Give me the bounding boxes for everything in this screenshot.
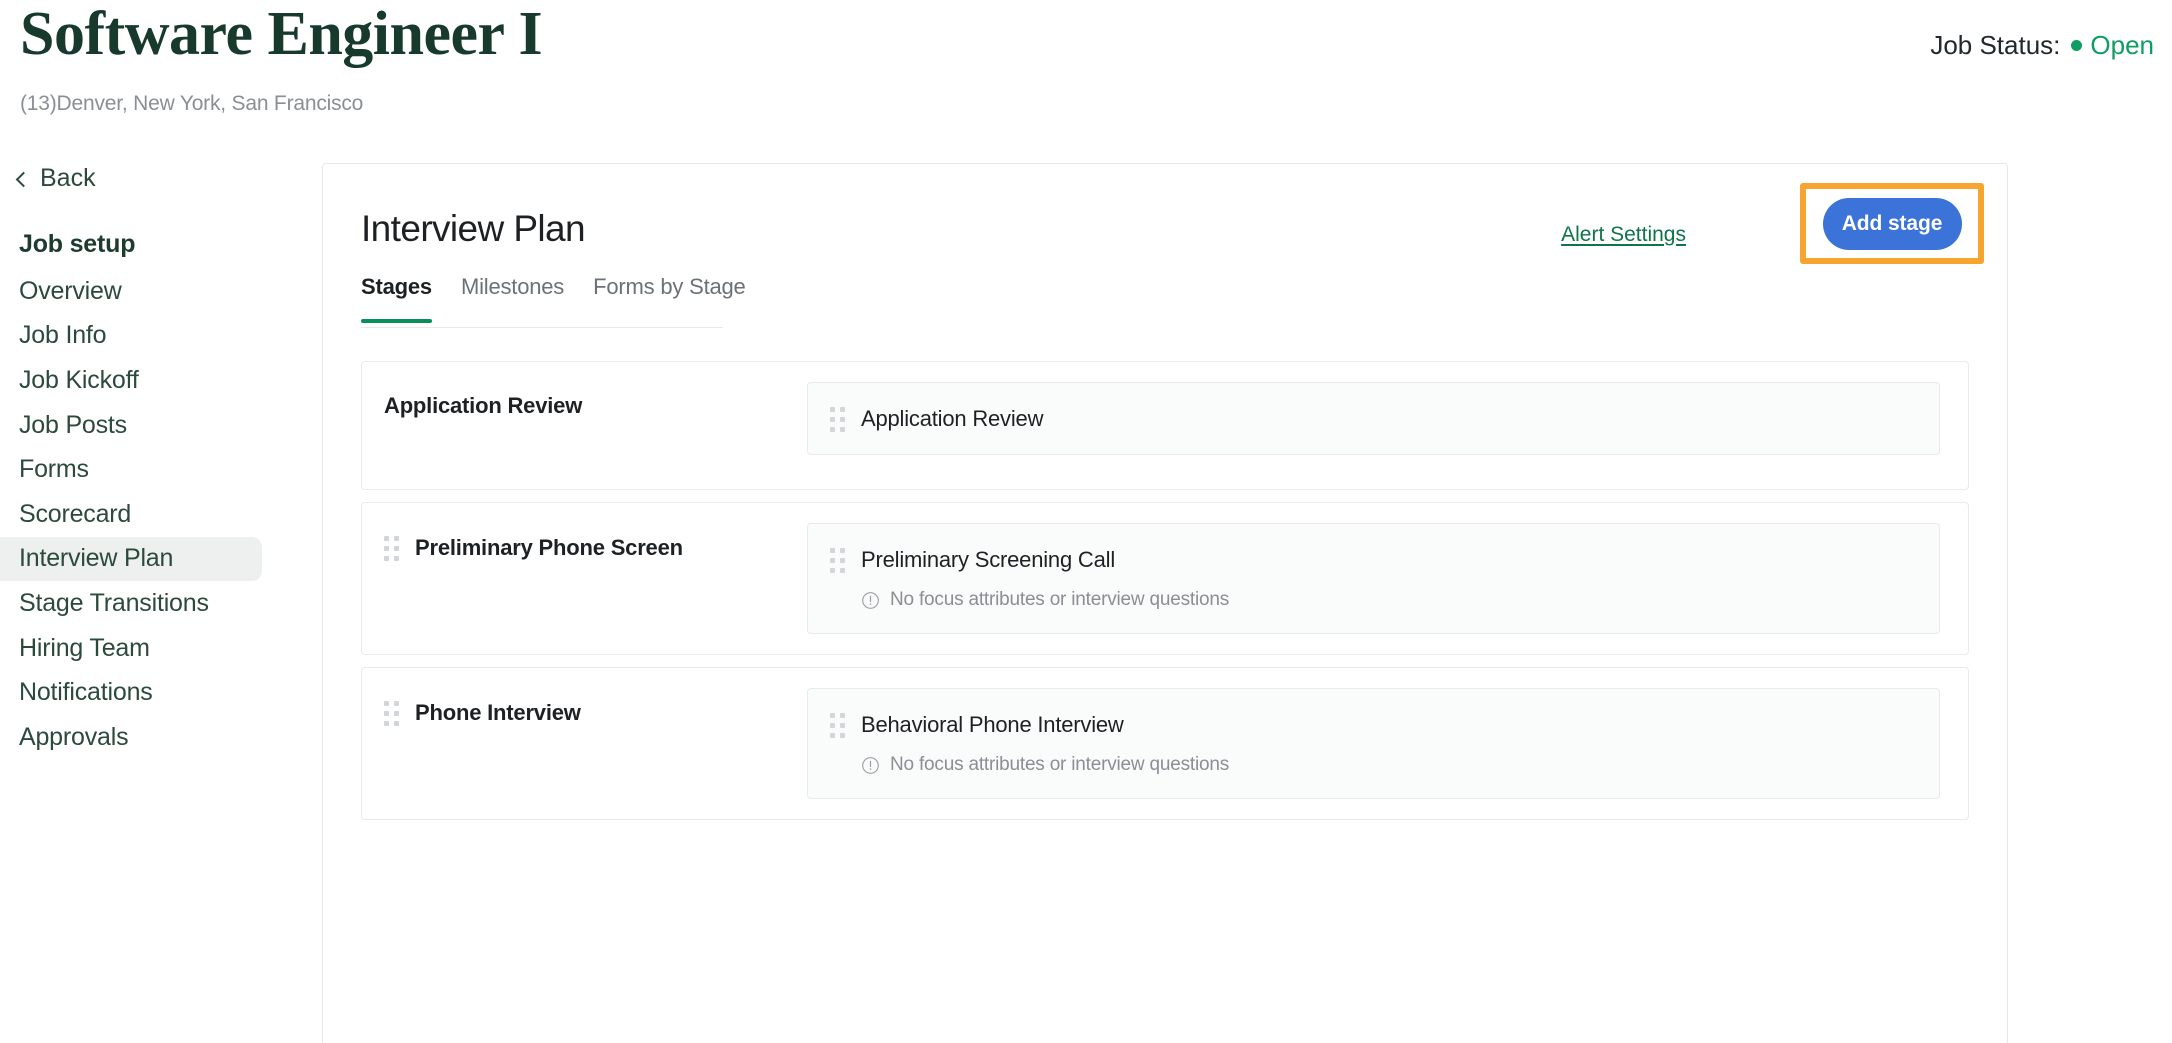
sidebar-item-notifications[interactable]: Notifications	[0, 670, 322, 715]
back-button-label: Back	[40, 164, 96, 193]
interview-body: Behavioral Phone Interview No focus attr…	[861, 711, 1229, 776]
add-stage-highlight: Add stage	[1800, 183, 1984, 264]
interview-item[interactable]: Behavioral Phone Interview No focus attr…	[807, 688, 1940, 799]
job-status-value: Open	[2090, 30, 2154, 61]
interview-body: Application Review	[861, 405, 1043, 432]
sidebar-nav: Job setup Overview Job Info Job Kickoff …	[0, 220, 322, 760]
job-locations: (13)Denver, New York, San Francisco	[20, 92, 363, 116]
add-stage-button[interactable]: Add stage	[1823, 198, 1962, 250]
interview-warning-text: No focus attributes or interview questio…	[890, 754, 1229, 776]
sidebar-item-label: Forms	[19, 455, 89, 484]
page-header: Software Engineer I (13)Denver, New York…	[0, 0, 2172, 142]
sidebar-item-label: Interview Plan	[19, 544, 173, 573]
sidebar-item-label: Stage Transitions	[19, 589, 209, 618]
sidebar-item-label: Scorecard	[19, 500, 131, 529]
job-status: Job Status: Open	[1930, 30, 2154, 61]
interview-warning: No focus attributes or interview questio…	[861, 754, 1229, 776]
warning-circle-icon	[861, 756, 880, 775]
interview-item[interactable]: Application Review	[807, 382, 1940, 455]
stage-card[interactable]: Phone Interview Behavioral Phone Intervi…	[361, 667, 1969, 820]
sidebar-item-stage-transitions[interactable]: Stage Transitions	[0, 581, 322, 626]
alert-settings-link[interactable]: Alert Settings	[1561, 223, 1686, 247]
stage-name: Phone Interview	[415, 700, 581, 726]
drag-handle-icon[interactable]	[830, 713, 845, 738]
chevron-left-icon	[16, 171, 32, 187]
sidebar-item-label: Overview	[19, 277, 122, 306]
interview-name: Preliminary Screening Call	[861, 547, 1229, 573]
stage-interviews: Behavioral Phone Interview No focus attr…	[807, 668, 1968, 819]
stage-header: Phone Interview	[362, 668, 807, 726]
sidebar: Back Job setup Overview Job Info Job Kic…	[0, 142, 322, 966]
drag-handle-icon[interactable]	[830, 407, 845, 432]
interview-name: Behavioral Phone Interview	[861, 712, 1229, 738]
sidebar-item-job-info[interactable]: Job Info	[0, 314, 322, 359]
tab-stages[interactable]: Stages	[361, 274, 432, 322]
sidebar-item-label: Approvals	[19, 723, 128, 752]
stage-card[interactable]: Application Review Application Review	[361, 361, 1969, 490]
stage-interviews: Preliminary Screening Call No focus attr…	[807, 503, 1968, 654]
sidebar-item-label: Job Kickoff	[19, 366, 139, 395]
interview-plan-panel: Interview Plan Alert Settings Add stage …	[322, 163, 2008, 1043]
sidebar-item-approvals[interactable]: Approvals	[0, 715, 322, 760]
sidebar-item-label: Notifications	[19, 678, 153, 707]
sidebar-section-job-setup: Job setup	[0, 220, 322, 269]
interview-warning: No focus attributes or interview questio…	[861, 589, 1229, 611]
panel-title: Interview Plan	[361, 208, 585, 250]
back-button[interactable]: Back	[18, 164, 96, 193]
job-status-label: Job Status:	[1930, 30, 2060, 61]
stage-header: Application Review	[362, 362, 807, 419]
drag-handle-icon[interactable]	[830, 548, 845, 573]
stage-name: Application Review	[384, 393, 582, 419]
stage-name: Preliminary Phone Screen	[415, 535, 683, 561]
tab-forms-by-stage[interactable]: Forms by Stage	[593, 274, 745, 322]
sidebar-item-scorecard[interactable]: Scorecard	[0, 492, 322, 537]
sidebar-item-forms[interactable]: Forms	[0, 447, 322, 492]
stage-interviews: Application Review	[807, 362, 1968, 475]
page-title: Software Engineer I	[20, 2, 542, 67]
stage-header: Preliminary Phone Screen	[362, 503, 807, 561]
sidebar-item-label: Hiring Team	[19, 634, 150, 663]
interview-item[interactable]: Preliminary Screening Call No focus attr…	[807, 523, 1940, 634]
interview-warning-text: No focus attributes or interview questio…	[890, 589, 1229, 611]
status-dot-icon	[2071, 40, 2082, 51]
interview-name: Application Review	[861, 406, 1043, 432]
sidebar-item-overview[interactable]: Overview	[0, 269, 322, 314]
drag-handle-icon[interactable]	[384, 701, 399, 726]
panel-header: Interview Plan Alert Settings Add stage	[323, 164, 2007, 274]
sidebar-item-label: Job Posts	[19, 411, 127, 440]
sidebar-item-label: Job Info	[19, 321, 106, 350]
sidebar-item-job-posts[interactable]: Job Posts	[0, 403, 322, 448]
sidebar-item-hiring-team[interactable]: Hiring Team	[0, 626, 322, 671]
tab-milestones[interactable]: Milestones	[461, 274, 564, 322]
stages-list: Application Review Application Review Pr…	[361, 361, 1969, 820]
drag-handle-icon[interactable]	[384, 536, 399, 561]
sidebar-item-job-kickoff[interactable]: Job Kickoff	[0, 358, 322, 403]
sidebar-item-interview-plan[interactable]: Interview Plan	[0, 537, 262, 582]
stage-card[interactable]: Preliminary Phone Screen Preliminary Scr…	[361, 502, 1969, 655]
warning-circle-icon	[861, 591, 880, 610]
interview-body: Preliminary Screening Call No focus attr…	[861, 546, 1229, 611]
panel-tabs: Stages Milestones Forms by Stage	[361, 274, 723, 328]
